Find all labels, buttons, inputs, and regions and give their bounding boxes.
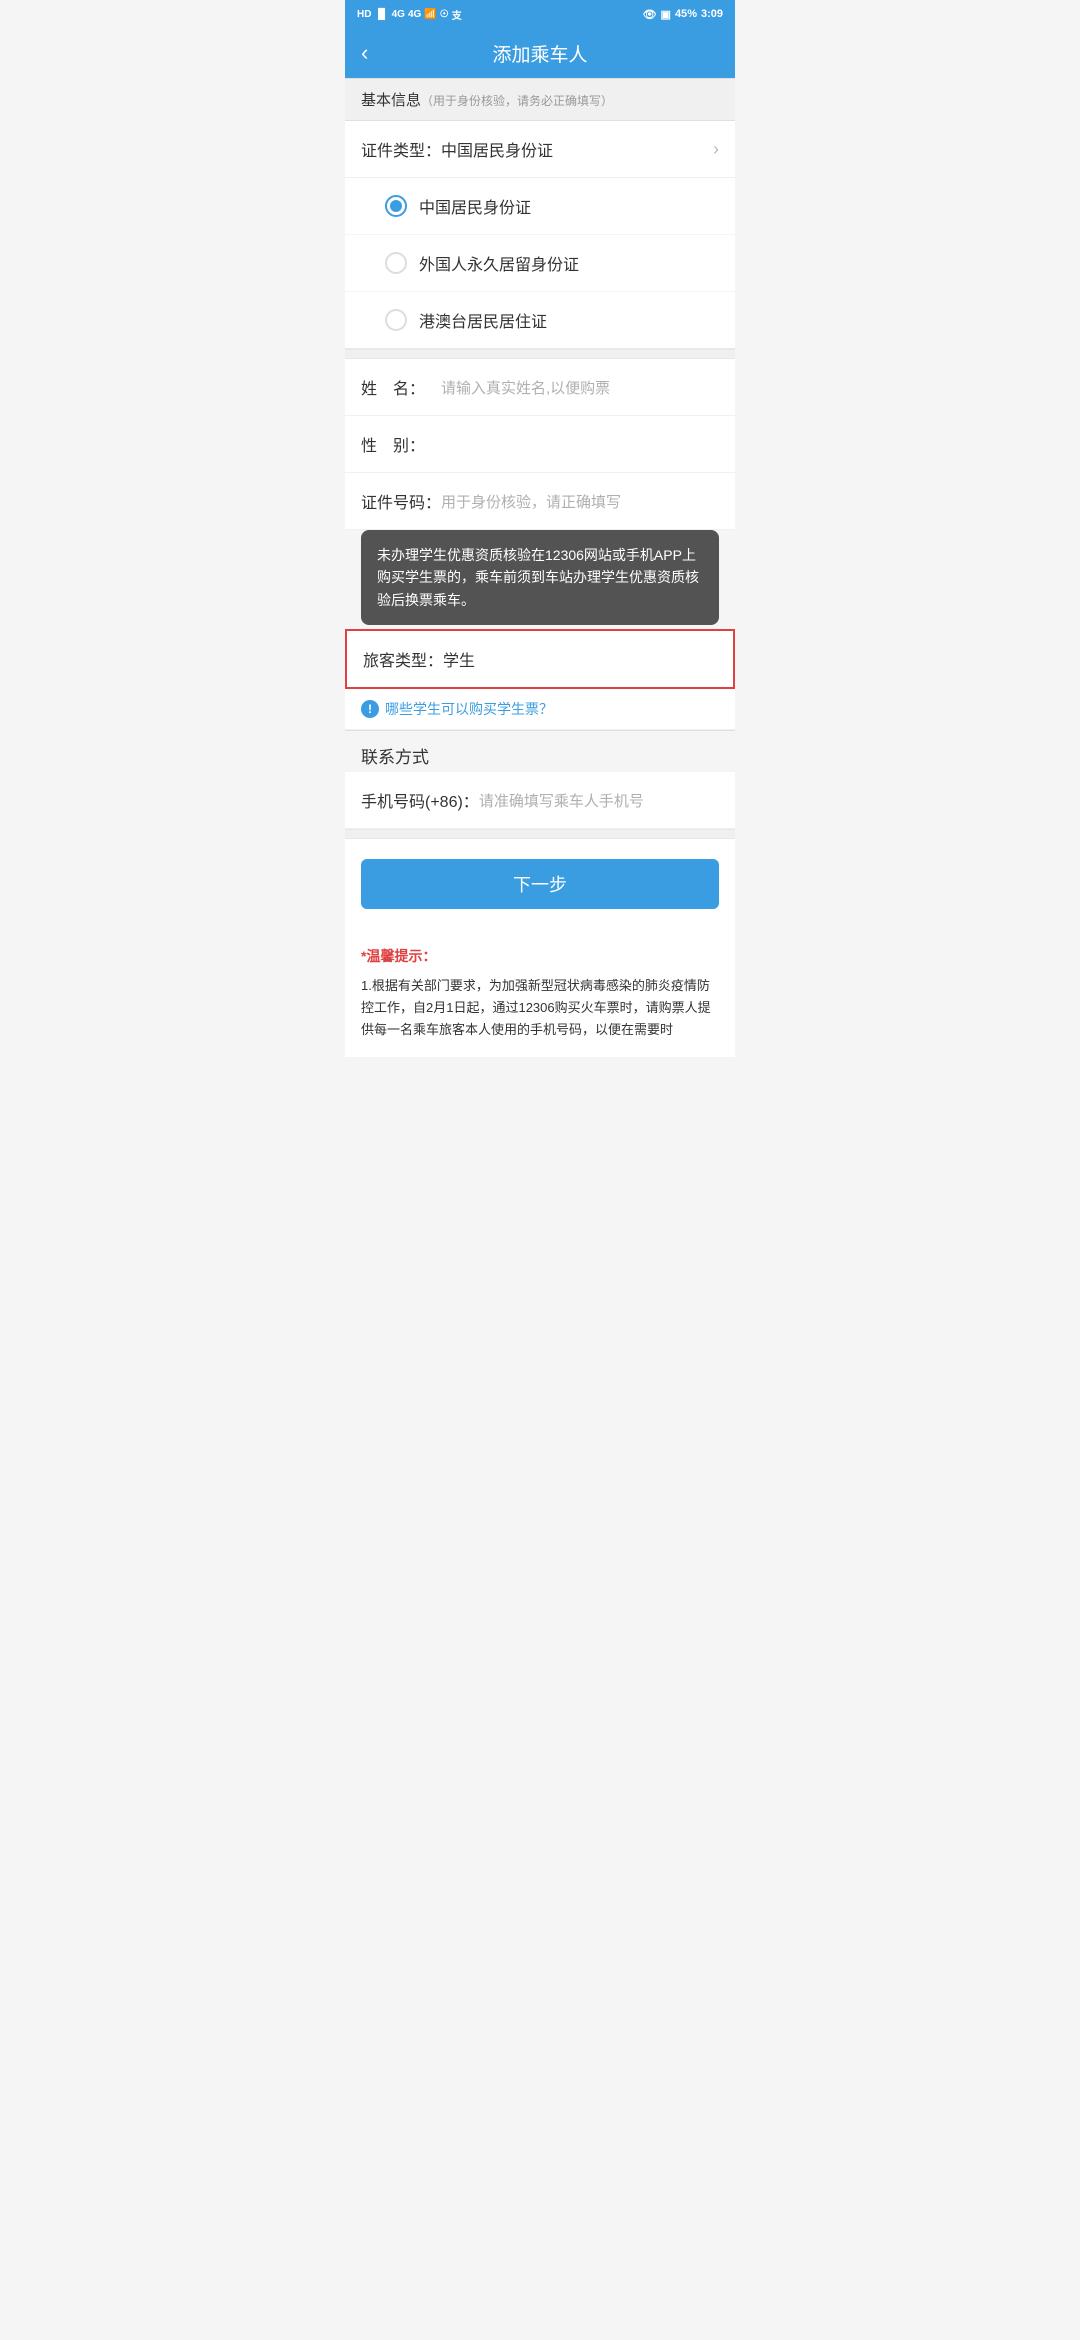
chevron-right-icon: › bbox=[713, 139, 719, 160]
passenger-type-value: 学生 bbox=[443, 647, 717, 671]
passenger-type-row[interactable]: 旅客类型： 学生 bbox=[345, 629, 735, 689]
phone-input[interactable]: 请准确填写乘车人手机号 bbox=[479, 790, 719, 811]
contact-title: 联系方式 bbox=[361, 748, 429, 767]
radio-item-hk-card[interactable]: 港澳台居民居住证 bbox=[345, 292, 735, 348]
page-title: 添加乘车人 bbox=[492, 40, 587, 67]
phone-field-row[interactable]: 手机号码(+86)： 请准确填写乘车人手机号 bbox=[345, 772, 735, 829]
warm-tips-text: 1.根据有关部门要求，为加强新型冠状病毒感染的肺炎疫情防控工作，自2月1日起，通… bbox=[361, 975, 719, 1041]
divider-1 bbox=[345, 349, 735, 359]
radio-circle-hk-card bbox=[385, 309, 407, 331]
radio-label-foreign-card: 外国人永久居留身份证 bbox=[419, 251, 579, 275]
divider-2 bbox=[345, 829, 735, 839]
student-info-link[interactable]: 哪些学生可以购买学生票？ bbox=[385, 699, 553, 719]
cert-number-label: 证件号码： bbox=[361, 489, 441, 513]
warm-tips-title: *温馨提示： bbox=[361, 945, 719, 969]
cert-type-label: 证件类型： bbox=[361, 137, 441, 161]
warm-tips-section: *温馨提示： 1.根据有关部门要求，为加强新型冠状病毒感染的肺炎疫情防控工作，自… bbox=[345, 929, 735, 1057]
next-button[interactable]: 下一步 bbox=[361, 859, 719, 909]
section-title: 基本信息 bbox=[361, 92, 421, 109]
pay-icon: 支 bbox=[452, 7, 462, 22]
phone-label: 手机号码(+86)： bbox=[361, 788, 479, 812]
nfc-icon: ☉ bbox=[440, 9, 449, 20]
passenger-type-label: 旅客类型： bbox=[363, 647, 443, 671]
next-button-container: 下一步 bbox=[345, 839, 735, 929]
header: ‹ 添加乘车人 bbox=[345, 28, 735, 78]
cert-type-row[interactable]: 证件类型： 中国居民身份证 › bbox=[345, 121, 735, 178]
radio-label-hk-card: 港澳台居民居住证 bbox=[419, 308, 547, 332]
status-right: 👁 ▣ 45% 3:09 bbox=[643, 8, 723, 21]
cert-number-input[interactable]: 用于身份核验，请正确填写 bbox=[441, 491, 719, 512]
cert-type-radio-group: 中国居民身份证 外国人永久居留身份证 港澳台居民居住证 bbox=[345, 178, 735, 349]
name-field-row[interactable]: 姓 名： 请输入真实姓名,以便购票 bbox=[345, 359, 735, 416]
radio-label-id-card: 中国居民身份证 bbox=[419, 194, 531, 218]
signal-icon: ▐▌ bbox=[374, 9, 388, 20]
screen-icon: ▣ bbox=[661, 8, 671, 21]
contact-section-header: 联系方式 bbox=[345, 730, 735, 772]
cert-type-value: 中国居民身份证 bbox=[441, 137, 713, 161]
status-bar: HD ▐▌ 4G 4G 📶 ☉ 支 👁 ▣ 45% 3:09 bbox=[345, 0, 735, 28]
4g2-icon: 4G bbox=[408, 9, 421, 20]
gender-label: 性 别： bbox=[361, 432, 441, 456]
radio-item-id-card[interactable]: 中国居民身份证 bbox=[345, 178, 735, 235]
back-button[interactable]: ‹ bbox=[361, 40, 368, 66]
eye-icon: 👁 bbox=[643, 8, 657, 21]
student-tooltip: 未办理学生优惠资质核验在12306网站或手机APP上购买学生票的，乘车前须到车站… bbox=[361, 530, 719, 625]
name-input[interactable]: 请输入真实姓名,以便购票 bbox=[441, 377, 719, 398]
radio-item-foreign-card[interactable]: 外国人永久居留身份证 bbox=[345, 235, 735, 292]
wifi-icon: 📶 bbox=[424, 9, 436, 20]
radio-circle-id-card bbox=[385, 195, 407, 217]
radio-circle-foreign-card bbox=[385, 252, 407, 274]
time: 3:09 bbox=[701, 8, 723, 20]
4g-icon: 4G bbox=[392, 9, 405, 20]
gender-field-row[interactable]: 性 别： bbox=[345, 416, 735, 473]
name-label: 姓 名： bbox=[361, 375, 441, 399]
section-note: （用于身份核验，请务必正确填写） bbox=[421, 94, 613, 108]
status-left: HD ▐▌ 4G 4G 📶 ☉ 支 bbox=[357, 7, 462, 22]
battery-icon: 45% bbox=[675, 8, 697, 20]
network-icon: HD bbox=[357, 9, 371, 20]
info-icon: ! bbox=[361, 700, 379, 718]
tooltip-text: 未办理学生优惠资质核验在12306网站或手机APP上购买学生票的，乘车前须到车站… bbox=[377, 547, 699, 608]
cert-number-field-row[interactable]: 证件号码： 用于身份核验，请正确填写 bbox=[345, 473, 735, 530]
basic-info-section-header: 基本信息（用于身份核验，请务必正确填写） bbox=[345, 78, 735, 121]
student-info-link-row[interactable]: ! 哪些学生可以购买学生票？ bbox=[345, 689, 735, 730]
